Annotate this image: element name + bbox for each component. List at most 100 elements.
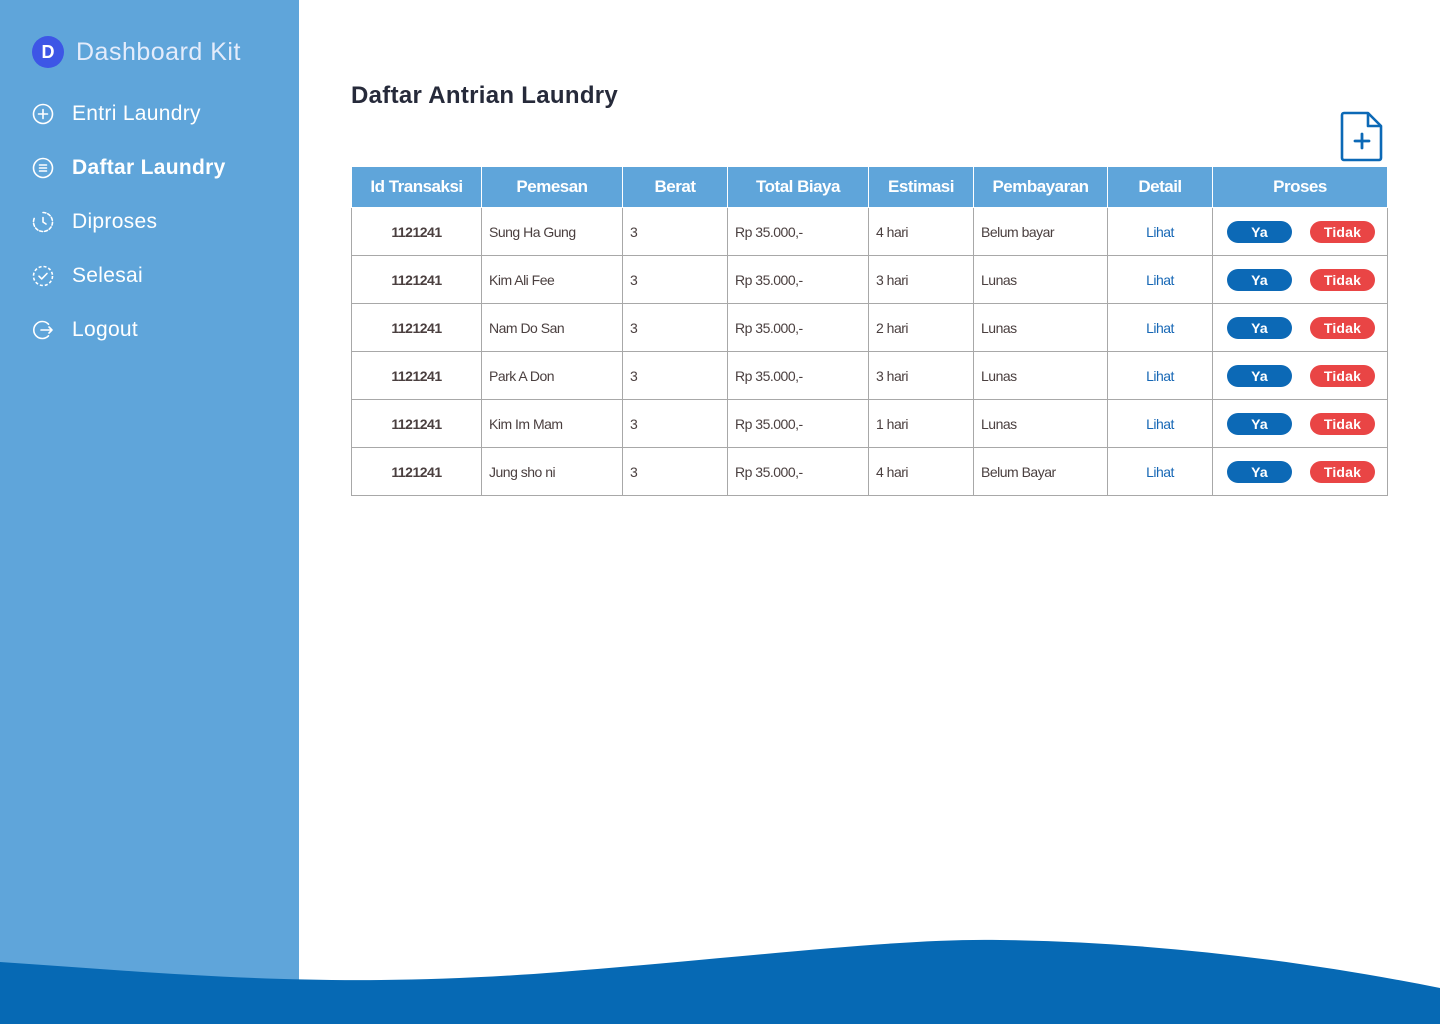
cell-total: Rp 35.000,-	[727, 255, 869, 304]
cell-pembayaran: Belum bayar	[973, 207, 1108, 256]
column-header-pemesan[interactable]: Pemesan	[481, 166, 623, 208]
sidebar-item-label: Selesai	[72, 264, 143, 287]
footer-wave-decoration	[0, 939, 1440, 1024]
cell-pemesan: Sung Ha Gung	[481, 207, 623, 256]
sidebar-item-daftar-laundry[interactable]: Daftar Laundry	[32, 156, 226, 180]
cell-detail: Lihat	[1107, 255, 1213, 304]
detail-link[interactable]: Lihat	[1146, 368, 1174, 384]
cell-estimasi: 3 hari	[868, 255, 974, 304]
cell-pembayaran: Belum Bayar	[973, 447, 1108, 496]
cell-proses: Ya Tidak	[1212, 351, 1388, 400]
cell-proses: Ya Tidak	[1212, 399, 1388, 448]
cell-berat: 3	[622, 303, 728, 352]
column-header-id[interactable]: Id Transaksi	[351, 166, 482, 208]
tidak-button[interactable]: Tidak	[1310, 412, 1375, 435]
ya-button[interactable]: Ya	[1227, 220, 1292, 243]
ya-button[interactable]: Ya	[1227, 268, 1292, 291]
detail-link[interactable]: Lihat	[1146, 224, 1174, 240]
ya-button[interactable]: Ya	[1227, 316, 1292, 339]
cell-estimasi: 4 hari	[868, 207, 974, 256]
sidebar-item-label: Daftar Laundry	[72, 156, 226, 179]
cell-estimasi: 1 hari	[868, 399, 974, 448]
table-row: 1121241 Kim Im Mam 3 Rp 35.000,- 1 hari …	[351, 399, 1388, 448]
cell-id: 1121241	[351, 207, 482, 256]
cell-pemesan: Kim Ali Fee	[481, 255, 623, 304]
table-row: 1121241 Sung Ha Gung 3 Rp 35.000,- 4 har…	[351, 207, 1388, 256]
brand-name: Dashboard Kit	[76, 37, 241, 66]
laundry-queue-table: Id Transaksi Pemesan Berat Total Biaya E…	[351, 166, 1388, 496]
tidak-button[interactable]: Tidak	[1310, 220, 1375, 243]
table-row: 1121241 Kim Ali Fee 3 Rp 35.000,- 3 hari…	[351, 255, 1388, 304]
cell-total: Rp 35.000,-	[727, 351, 869, 400]
cell-estimasi: 3 hari	[868, 351, 974, 400]
cell-pemesan: Kim Im Mam	[481, 399, 623, 448]
cell-berat: 3	[622, 447, 728, 496]
column-header-detail[interactable]: Detail	[1107, 166, 1213, 208]
cell-id: 1121241	[351, 447, 482, 496]
sidebar-item-selesai[interactable]: Selesai	[32, 264, 143, 288]
cell-total: Rp 35.000,-	[727, 207, 869, 256]
cell-pembayaran: Lunas	[973, 399, 1108, 448]
table-row: 1121241 Nam Do San 3 Rp 35.000,- 2 hari …	[351, 303, 1388, 352]
table-header-row: Id Transaksi Pemesan Berat Total Biaya E…	[351, 166, 1388, 208]
column-header-berat[interactable]: Berat	[622, 166, 728, 208]
cell-id: 1121241	[351, 399, 482, 448]
cell-pembayaran: Lunas	[973, 255, 1108, 304]
detail-link[interactable]: Lihat	[1146, 464, 1174, 480]
cell-pembayaran: Lunas	[973, 351, 1108, 400]
cell-detail: Lihat	[1107, 447, 1213, 496]
cell-detail: Lihat	[1107, 351, 1213, 400]
brand[interactable]: D Dashboard Kit	[32, 36, 241, 68]
column-header-proses[interactable]: Proses	[1212, 166, 1388, 208]
cell-detail: Lihat	[1107, 303, 1213, 352]
sidebar-item-label: Entri Laundry	[72, 102, 201, 125]
cell-berat: 3	[622, 351, 728, 400]
cell-estimasi: 2 hari	[868, 303, 974, 352]
ya-button[interactable]: Ya	[1227, 412, 1292, 435]
cell-estimasi: 4 hari	[868, 447, 974, 496]
add-document-button[interactable]	[1340, 110, 1386, 162]
tidak-button[interactable]: Tidak	[1310, 316, 1375, 339]
plus-circle-icon	[32, 103, 54, 125]
clock-icon	[32, 211, 54, 233]
check-circle-icon	[32, 265, 54, 287]
column-header-estimasi[interactable]: Estimasi	[868, 166, 974, 208]
table-row: 1121241 Park A Don 3 Rp 35.000,- 3 hari …	[351, 351, 1388, 400]
cell-id: 1121241	[351, 255, 482, 304]
cell-pembayaran: Lunas	[973, 303, 1108, 352]
cell-berat: 3	[622, 255, 728, 304]
cell-berat: 3	[622, 207, 728, 256]
cell-pemesan: Nam Do San	[481, 303, 623, 352]
sidebar-item-label: Logout	[72, 318, 139, 341]
sidebar-item-logout[interactable]: Logout	[32, 318, 138, 342]
table-row: 1121241 Jung sho ni 3 Rp 35.000,- 4 hari…	[351, 447, 1388, 496]
ya-button[interactable]: Ya	[1227, 364, 1292, 387]
cell-total: Rp 35.000,-	[727, 303, 869, 352]
sidebar: D Dashboard Kit Entri Laundry Daftar Lau…	[0, 0, 299, 1024]
ya-button[interactable]: Ya	[1227, 460, 1292, 483]
cell-proses: Ya Tidak	[1212, 255, 1388, 304]
add-document-icon	[1340, 111, 1383, 162]
detail-link[interactable]: Lihat	[1146, 416, 1174, 432]
tidak-button[interactable]: Tidak	[1310, 364, 1375, 387]
cell-pemesan: Jung sho ni	[481, 447, 623, 496]
cell-proses: Ya Tidak	[1212, 207, 1388, 256]
cell-pemesan: Park A Don	[481, 351, 623, 400]
sidebar-item-entri-laundry[interactable]: Entri Laundry	[32, 102, 201, 126]
list-circle-icon	[32, 157, 54, 179]
cell-id: 1121241	[351, 351, 482, 400]
cell-proses: Ya Tidak	[1212, 303, 1388, 352]
cell-detail: Lihat	[1107, 399, 1213, 448]
cell-detail: Lihat	[1107, 207, 1213, 256]
cell-total: Rp 35.000,-	[727, 399, 869, 448]
detail-link[interactable]: Lihat	[1146, 272, 1174, 288]
tidak-button[interactable]: Tidak	[1310, 268, 1375, 291]
column-header-pembayaran[interactable]: Pembayaran	[973, 166, 1108, 208]
sidebar-item-label: Diproses	[72, 210, 158, 233]
logout-icon	[32, 319, 54, 341]
sidebar-item-diproses[interactable]: Diproses	[32, 210, 157, 234]
column-header-total[interactable]: Total Biaya	[727, 166, 869, 208]
detail-link[interactable]: Lihat	[1146, 320, 1174, 336]
brand-logo-icon: D	[32, 36, 64, 68]
tidak-button[interactable]: Tidak	[1310, 460, 1375, 483]
